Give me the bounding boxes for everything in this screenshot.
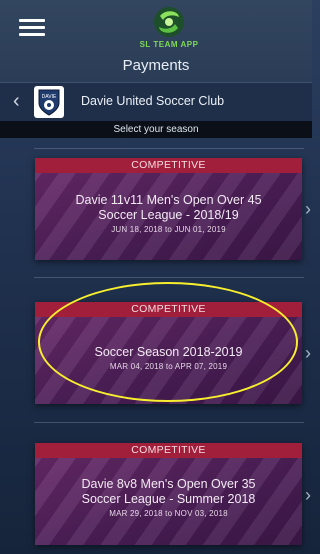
season-type-badge: COMPETITIVE — [35, 443, 302, 458]
club-crest-icon: DAVIE — [38, 89, 60, 116]
divider — [34, 277, 304, 278]
season-dates: MAR 29, 2018 to NOV 03, 2018 — [109, 509, 228, 518]
logo-text: SL TEAM APP — [139, 40, 199, 49]
page-title: Payments — [122, 57, 190, 74]
app-header: SL TEAM APP Payments — [0, 0, 312, 82]
chevron-right-icon[interactable]: › — [305, 486, 311, 504]
select-season-label: Select your season — [0, 121, 312, 138]
club-name: Davie United Soccer Club — [81, 94, 225, 108]
club-logo-text: DAVIE — [42, 94, 57, 100]
app-logo: SL TEAM APP — [129, 5, 209, 53]
season-dates: MAR 04, 2018 to APR 07, 2019 — [109, 362, 228, 371]
season-card[interactable]: COMPETITIVE Soccer Season 2018-2019 MAR … — [35, 302, 302, 404]
chevron-right-icon[interactable]: › — [305, 344, 311, 362]
club-logo: DAVIE — [34, 86, 64, 118]
stteamapp-logo-icon — [154, 7, 184, 37]
chevron-right-icon[interactable]: › — [305, 200, 311, 218]
divider — [34, 422, 304, 423]
hamburger-menu-icon[interactable] — [19, 19, 45, 37]
divider — [34, 148, 304, 149]
season-title-line1: Davie 8v8 Men's Open Over 35 — [81, 477, 256, 491]
season-title-line2: Soccer League - 2018/19 — [98, 208, 239, 222]
season-card[interactable]: COMPETITIVE Davie 8v8 Men's Open Over 35… — [35, 443, 302, 545]
club-bar[interactable]: ‹ DAVIE Davie United Soccer Club — [0, 82, 312, 122]
season-title-line2: Soccer League - Summer 2018 — [81, 492, 256, 506]
season-title-line1: Soccer Season 2018-2019 — [94, 345, 243, 359]
season-type-badge: COMPETITIVE — [35, 158, 302, 173]
season-type-badge: COMPETITIVE — [35, 302, 302, 317]
chevron-left-icon[interactable]: ‹ — [13, 91, 20, 111]
season-dates: JUN 18, 2018 to JUN 01, 2019 — [111, 225, 226, 234]
season-title-line1: Davie 11v11 Men's Open Over 45 — [75, 193, 262, 207]
season-card[interactable]: COMPETITIVE Davie 11v11 Men's Open Over … — [35, 158, 302, 260]
